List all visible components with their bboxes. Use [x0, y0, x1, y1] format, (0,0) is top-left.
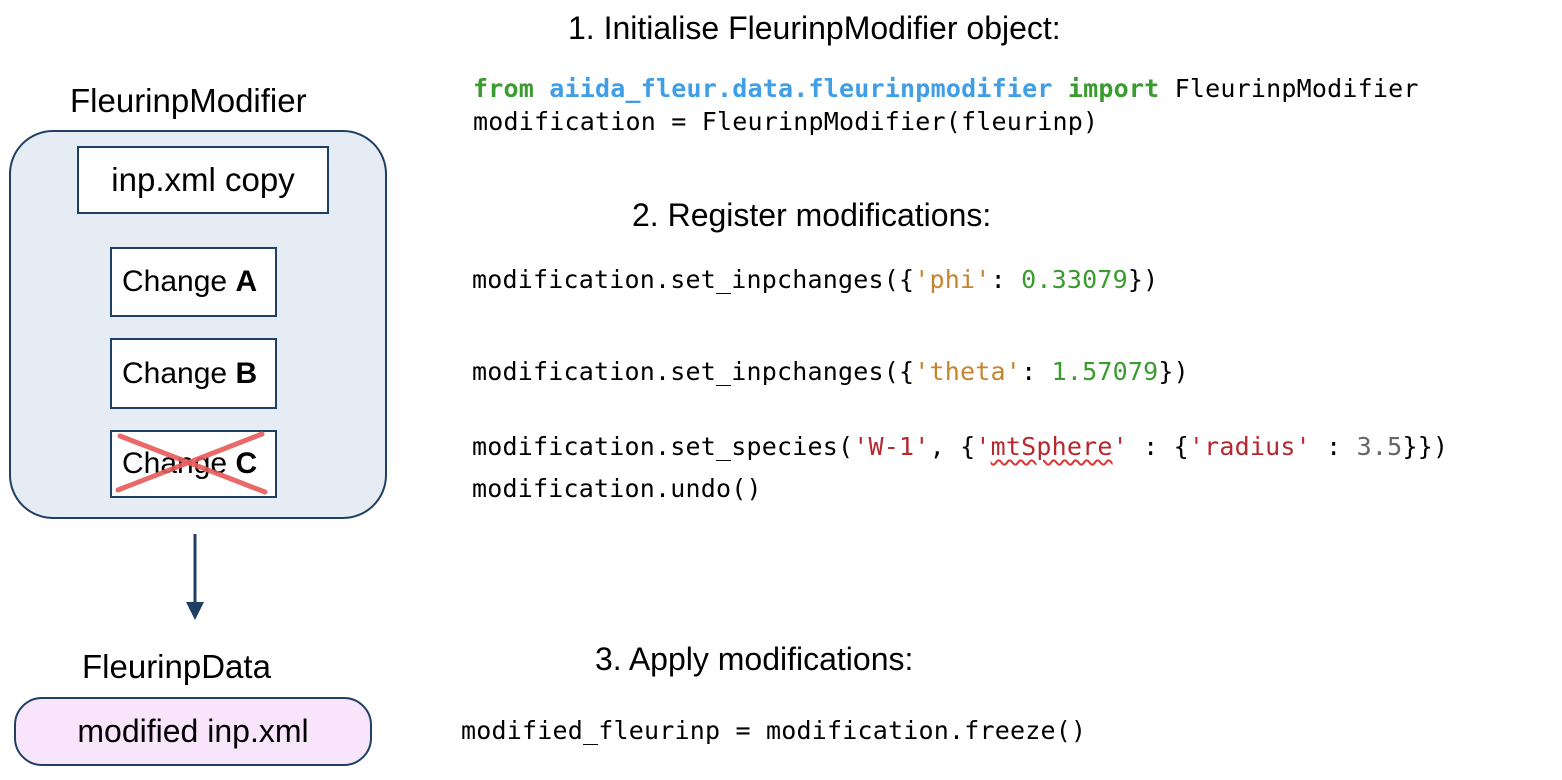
- number-radius: 3.5: [1356, 432, 1403, 461]
- code-text: :: [1310, 432, 1357, 461]
- change-b-prefix: Change: [122, 356, 236, 390]
- number-theta: 1.57079: [1051, 357, 1159, 386]
- step3-title: 3. Apply modifications:: [595, 641, 914, 677]
- change-b-letter: B: [235, 356, 258, 390]
- step3-code-line: modified_fleurinp = modification.freeze(…: [461, 716, 1087, 745]
- code-text: modification.set_species(: [472, 432, 854, 461]
- keyword-import: import: [1067, 74, 1160, 103]
- step1-title: 1. Initialise FleurinpModifier object:: [568, 10, 1061, 46]
- change-a-letter: A: [235, 265, 258, 298]
- fleurinp-data-container: modified inp.xml: [14, 697, 372, 766]
- step1-code-line2: modification = FleurinpModifier(fleurinp…: [473, 107, 1099, 136]
- string-species: 'W-1': [853, 432, 930, 461]
- change-a-prefix: Change: [122, 265, 236, 298]
- string-phi: 'phi': [914, 265, 991, 294]
- module-path: aiida_fleur.data.fleurinpmodifier: [549, 74, 1053, 103]
- number-phi: 0.33079: [1021, 265, 1128, 294]
- code-text: :: [990, 265, 1022, 294]
- code-text: modification.set_inpchanges({: [472, 357, 915, 386]
- keyword-from: from: [473, 74, 535, 103]
- string-mtsphere: mtSphere: [990, 432, 1113, 461]
- change-a-box: Change A: [110, 247, 277, 317]
- string-theta: 'theta': [914, 357, 1022, 386]
- code-text: }): [1127, 265, 1159, 294]
- change-b-box: Change B: [110, 338, 277, 409]
- step1-code-line1: from aiida_fleur.data.fleurinpmodifier i…: [473, 74, 1419, 103]
- code-text: }}): [1402, 432, 1449, 461]
- import-name: FleurinpModifier: [1159, 74, 1419, 103]
- step2-code-species: modification.set_species('W-1', {'mtSphe…: [472, 432, 1448, 461]
- string-radius: 'radius': [1188, 432, 1311, 461]
- code-text: modification.set_inpchanges({: [472, 265, 915, 294]
- inp-xml-copy-box: inp.xml copy: [77, 146, 329, 214]
- code-text: : {: [1127, 432, 1189, 461]
- cross-out-icon: [115, 431, 268, 495]
- arrow-down-icon: [186, 534, 204, 620]
- fleurinp-modifier-label: FleurinpModifier: [70, 82, 307, 119]
- string-quote: ': [975, 432, 991, 461]
- inp-xml-copy-text: inp.xml copy: [111, 161, 295, 198]
- code-text: , {: [929, 432, 976, 461]
- code-text: :: [1021, 357, 1052, 386]
- string-quote: ': [1112, 432, 1128, 461]
- step2-code-undo: modification.undo(): [472, 474, 762, 503]
- code-text: }): [1158, 357, 1189, 386]
- step2-code-theta: modification.set_inpchanges({'theta': 1.…: [472, 357, 1189, 386]
- step2-code-phi: modification.set_inpchanges({'phi': 0.33…: [472, 265, 1158, 294]
- step2-title: 2. Register modifications:: [632, 197, 992, 233]
- modified-inp-xml-text: modified inp.xml: [77, 713, 309, 749]
- fleurinp-data-label: FleurinpData: [82, 648, 271, 685]
